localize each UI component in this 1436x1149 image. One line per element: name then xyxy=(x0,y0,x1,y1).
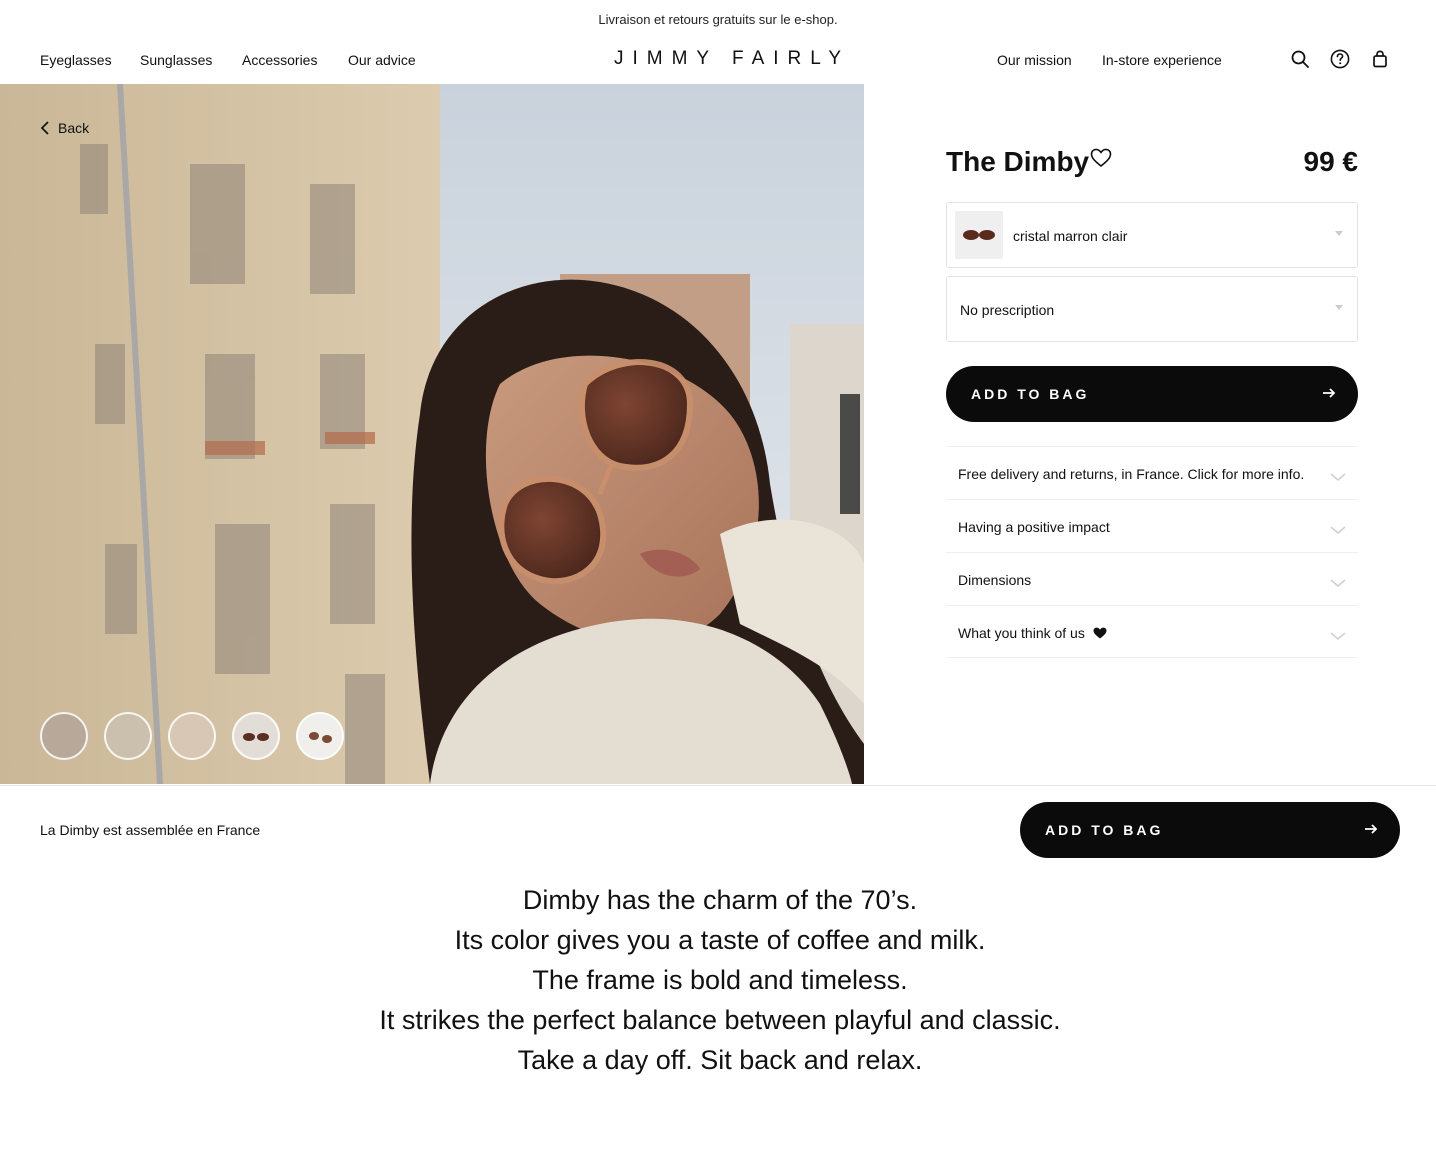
product-name: The Dimby xyxy=(946,146,1090,177)
product-hero-image: Back xyxy=(0,84,864,784)
back-link[interactable]: Back xyxy=(40,120,89,136)
back-label: Back xyxy=(58,120,90,136)
product-price: 99 € xyxy=(1303,146,1359,177)
prescription-select-value: No prescription xyxy=(960,302,1055,318)
accordion-dimensions[interactable]: Dimensions xyxy=(946,552,1358,605)
product-panel: The Dimby 99 € cristal marron clair No p… xyxy=(946,140,1358,658)
caret-down-icon xyxy=(1335,231,1343,236)
sticky-bar-divider xyxy=(0,785,1436,786)
nav-our-mission[interactable]: Our mission xyxy=(997,52,1072,68)
chevron-down-icon xyxy=(1330,469,1346,487)
chevron-down-icon xyxy=(1330,628,1346,646)
top-navigation: Eyeglasses Sunglasses Accessories Our ad… xyxy=(0,40,1436,84)
description-line: Dimby has the charm of the 70’s. xyxy=(522,885,918,915)
accordion-delivery[interactable]: Free delivery and returns, in France. Cl… xyxy=(946,446,1358,499)
accordion-delivery-label: Free delivery and returns, in France. Cl… xyxy=(958,466,1305,482)
search-icon[interactable] xyxy=(1290,49,1310,69)
add-to-bag-label: ADD TO BAG xyxy=(971,386,1090,402)
description-line: Take a day off. Sit back and relax. xyxy=(517,1045,923,1075)
description-line: It strikes the perfect balance between p… xyxy=(379,1005,1061,1035)
thumbnail-4[interactable] xyxy=(232,712,280,760)
chevron-down-icon xyxy=(1330,522,1346,540)
nav-sunglasses[interactable]: Sunglasses xyxy=(140,52,212,68)
thumbnail-2[interactable] xyxy=(104,712,152,760)
product-description: Dimby has the charm of the 70’s. Its col… xyxy=(0,880,1436,1080)
sticky-add-to-bag-button[interactable]: ADD TO BAG xyxy=(1020,802,1400,858)
heart-icon[interactable] xyxy=(1090,148,1112,173)
description-line: The frame is bold and timeless. xyxy=(532,965,908,995)
heart-filled-icon xyxy=(1093,627,1107,639)
hero-photo xyxy=(0,84,864,784)
accordion-reviews-text: What you think of us xyxy=(958,625,1085,641)
sticky-add-to-bag-label: ADD TO BAG xyxy=(1045,822,1164,838)
accordion-dimensions-label: Dimensions xyxy=(958,572,1032,588)
color-select-value: cristal marron clair xyxy=(1013,228,1128,244)
help-icon[interactable] xyxy=(1330,49,1350,69)
nav-accessories[interactable]: Accessories xyxy=(242,52,317,68)
thumbnail-3[interactable] xyxy=(168,712,216,760)
product-title-row: The Dimby 99 € xyxy=(946,140,1358,190)
sticky-bar-text: La Dimby est assemblée en France xyxy=(40,822,261,838)
brand-logo[interactable]: JIMMY FAIRLY xyxy=(614,48,850,70)
thumbnail-5[interactable] xyxy=(296,712,344,760)
thumbnail-1[interactable] xyxy=(40,712,88,760)
nav-our-advice[interactable]: Our advice xyxy=(348,52,416,68)
description-line: Its color gives you a taste of coffee an… xyxy=(454,925,986,955)
accordion-impact[interactable]: Having a positive impact xyxy=(946,499,1358,552)
chevron-left-icon xyxy=(40,121,49,135)
chevron-down-icon xyxy=(1330,575,1346,593)
color-select[interactable]: cristal marron clair xyxy=(946,202,1358,268)
accordion-reviews[interactable]: What you think of us xyxy=(946,605,1358,658)
accordion-impact-label: Having a positive impact xyxy=(958,519,1110,535)
nav-in-store-experience[interactable]: In-store experience xyxy=(1102,52,1222,68)
announcement-bar: Livraison et retours gratuits sur le e-s… xyxy=(598,12,838,27)
bag-icon[interactable] xyxy=(1370,49,1390,69)
prescription-select[interactable]: No prescription xyxy=(946,276,1358,342)
color-swatch xyxy=(955,211,1003,259)
add-to-bag-button[interactable]: ADD TO BAG xyxy=(946,366,1358,422)
thumbnail-strip xyxy=(40,712,344,760)
caret-down-icon xyxy=(1335,305,1343,310)
arrow-right-icon xyxy=(1322,386,1336,403)
accordion-reviews-label: What you think of us xyxy=(958,625,1107,641)
arrow-right-icon xyxy=(1364,822,1378,839)
nav-eyeglasses[interactable]: Eyeglasses xyxy=(40,52,112,68)
